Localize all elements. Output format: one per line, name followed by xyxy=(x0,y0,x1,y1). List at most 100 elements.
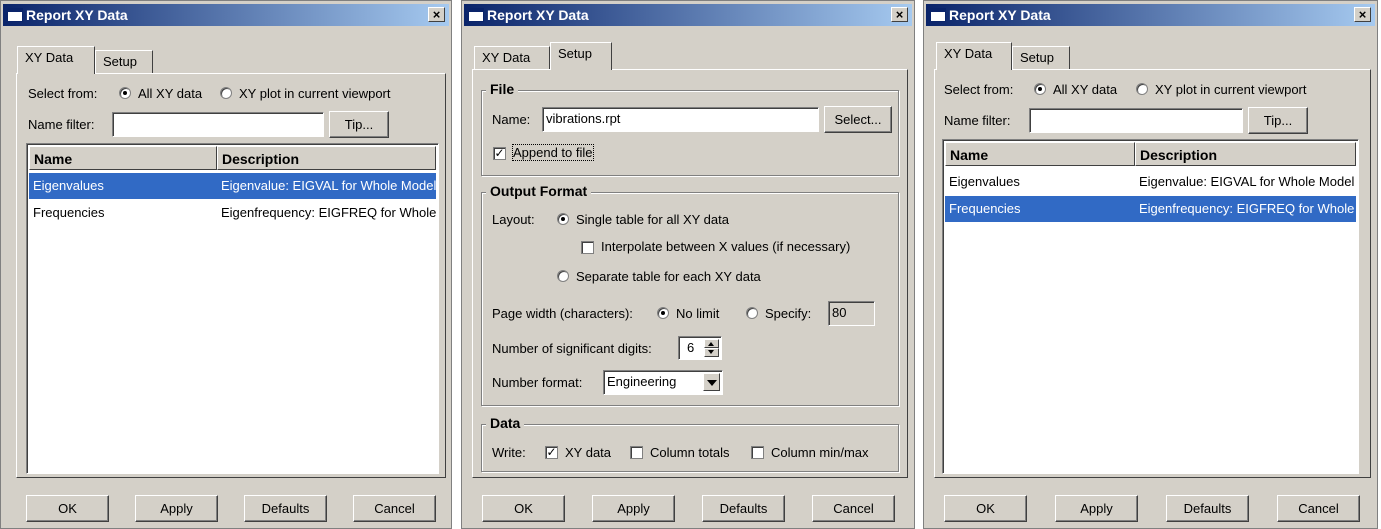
table-row[interactable]: Frequencies Eigenfrequency: EIGFREQ for … xyxy=(945,196,1356,222)
row-name: Eigenvalues xyxy=(33,178,104,193)
report-xy-dialog-3: Report XY Data × XY Data Setup Select fr… xyxy=(923,0,1378,529)
chevron-down-icon[interactable] xyxy=(703,373,720,391)
radio-single-table-label[interactable]: Single table for all XY data xyxy=(576,212,729,227)
apply-button[interactable]: Apply xyxy=(1055,495,1138,522)
name-filter-input[interactable] xyxy=(112,112,324,137)
tab-setup[interactable]: Setup xyxy=(550,42,612,70)
radio-xy-plot-viewport-label[interactable]: XY plot in current viewport xyxy=(1155,82,1307,97)
radio-specify-label[interactable]: Specify: xyxy=(765,306,811,321)
defaults-button[interactable]: Defaults xyxy=(244,495,327,522)
window-icon xyxy=(930,8,946,22)
defaults-button[interactable]: Defaults xyxy=(1166,495,1249,522)
radio-specify[interactable] xyxy=(746,307,758,319)
sig-digits-spinner[interactable]: 6 xyxy=(678,336,722,360)
radio-separate-table-label[interactable]: Separate table for each XY data xyxy=(576,269,761,284)
tab-setup[interactable]: Setup xyxy=(1012,46,1070,70)
window-icon xyxy=(468,8,484,22)
interpolate-label[interactable]: Interpolate between X values (if necessa… xyxy=(601,239,850,254)
tab-label: Setup xyxy=(1020,50,1054,65)
close-icon[interactable]: × xyxy=(891,7,908,22)
file-group-title: File xyxy=(486,81,519,97)
table-row[interactable]: Eigenvalues Eigenvalue: EIGVAL for Whole… xyxy=(29,173,436,199)
cancel-button[interactable]: Cancel xyxy=(812,495,895,522)
tip-button[interactable]: Tip... xyxy=(1248,107,1308,134)
tab-label: XY Data xyxy=(944,46,993,61)
xy-data-list[interactable]: Name Description Eigenvalues Eigenvalue:… xyxy=(942,139,1359,474)
tab-xy-data[interactable]: XY Data xyxy=(17,46,95,74)
number-format-label: Number format: xyxy=(492,375,583,390)
output-format-group-title: Output Format xyxy=(486,183,592,199)
cancel-button[interactable]: Cancel xyxy=(353,495,436,522)
radio-all-xy-data-label[interactable]: All XY data xyxy=(138,86,202,101)
write-label: Write: xyxy=(492,445,526,460)
number-format-value: Engineering xyxy=(607,374,677,389)
append-to-file-label[interactable]: Append to file xyxy=(512,144,594,161)
name-filter-label: Name filter: xyxy=(28,117,95,132)
defaults-button[interactable]: Defaults xyxy=(702,495,785,522)
column-header-name[interactable]: Name xyxy=(29,146,217,170)
apply-button[interactable]: Apply xyxy=(592,495,675,522)
page-width-input[interactable]: 80 xyxy=(828,301,875,326)
title-bar[interactable]: Report XY Data × xyxy=(464,4,912,26)
row-description: Eigenfrequency: EIGFREQ for Whole Model xyxy=(1139,201,1356,216)
row-name: Eigenvalues xyxy=(949,174,1020,189)
xy-data-list[interactable]: Name Description Eigenvalues Eigenvalue:… xyxy=(26,143,439,474)
radio-no-limit[interactable] xyxy=(657,307,669,319)
title-bar[interactable]: Report XY Data × xyxy=(3,4,449,26)
column-minmax-checkbox[interactable] xyxy=(751,446,764,459)
interpolate-checkbox[interactable] xyxy=(581,241,594,254)
ok-button[interactable]: OK xyxy=(26,495,109,522)
column-minmax-label[interactable]: Column min/max xyxy=(771,445,869,460)
radio-separate-table[interactable] xyxy=(557,270,569,282)
column-header-description[interactable]: Description xyxy=(217,146,436,170)
spinner-arrows-icon[interactable] xyxy=(704,339,719,357)
append-to-file-checkbox[interactable]: ✓ xyxy=(493,147,506,160)
row-description: Eigenfrequency: EIGFREQ for Whole Model xyxy=(221,205,436,220)
ok-button[interactable]: OK xyxy=(944,495,1027,522)
page-width-label: Page width (characters): xyxy=(492,306,633,321)
row-description: Eigenvalue: EIGVAL for Whole Model xyxy=(1139,174,1355,189)
table-row[interactable]: Eigenvalues Eigenvalue: EIGVAL for Whole… xyxy=(945,169,1356,195)
data-group-title: Data xyxy=(486,415,525,431)
select-from-label: Select from: xyxy=(944,82,1014,97)
tip-button[interactable]: Tip... xyxy=(329,111,389,138)
tab-xy-data[interactable]: XY Data xyxy=(474,46,550,70)
radio-xy-plot-viewport[interactable] xyxy=(220,87,232,99)
ok-button[interactable]: OK xyxy=(482,495,565,522)
radio-no-limit-label[interactable]: No limit xyxy=(676,306,719,321)
xy-data-checkbox-label[interactable]: XY data xyxy=(565,445,611,460)
column-header-name[interactable]: Name xyxy=(945,142,1135,166)
close-icon[interactable]: × xyxy=(1354,7,1371,22)
row-name: Frequencies xyxy=(949,201,1021,216)
apply-button[interactable]: Apply xyxy=(135,495,218,522)
window-title: Report XY Data xyxy=(26,7,128,23)
radio-all-xy-data[interactable] xyxy=(119,87,131,99)
file-name-label: Name: xyxy=(492,112,531,127)
tab-label: Setup xyxy=(103,54,137,69)
xy-data-checkbox[interactable]: ✓ xyxy=(545,446,558,459)
number-format-select[interactable]: Engineering xyxy=(603,370,723,395)
radio-all-xy-data-label[interactable]: All XY data xyxy=(1053,82,1117,97)
column-header-description[interactable]: Description xyxy=(1135,142,1356,166)
radio-single-table[interactable] xyxy=(557,213,569,225)
sig-digits-label: Number of significant digits: xyxy=(492,341,652,356)
tab-xy-data[interactable]: XY Data xyxy=(936,42,1012,70)
title-bar[interactable]: Report XY Data × xyxy=(926,4,1375,26)
column-totals-checkbox[interactable] xyxy=(630,446,643,459)
radio-xy-plot-viewport[interactable] xyxy=(1136,83,1148,95)
table-row[interactable]: Frequencies Eigenfrequency: EIGFREQ for … xyxy=(29,200,436,226)
report-xy-dialog-1: Report XY Data × XY Data Setup Select fr… xyxy=(0,0,452,529)
radio-xy-plot-viewport-label[interactable]: XY plot in current viewport xyxy=(239,86,391,101)
cancel-button[interactable]: Cancel xyxy=(1277,495,1360,522)
report-xy-dialog-2: Report XY Data × XY Data Setup File Name… xyxy=(461,0,915,529)
row-description: Eigenvalue: EIGVAL for Whole Model xyxy=(221,178,436,193)
file-name-input[interactable]: vibrations.rpt xyxy=(542,107,819,132)
radio-all-xy-data[interactable] xyxy=(1034,83,1046,95)
window-title: Report XY Data xyxy=(487,7,589,23)
column-totals-label[interactable]: Column totals xyxy=(650,445,729,460)
name-filter-input[interactable] xyxy=(1029,108,1243,133)
close-icon[interactable]: × xyxy=(428,7,445,22)
tab-label: XY Data xyxy=(25,50,74,65)
select-file-button[interactable]: Select... xyxy=(824,106,892,133)
tab-setup[interactable]: Setup xyxy=(95,50,153,74)
